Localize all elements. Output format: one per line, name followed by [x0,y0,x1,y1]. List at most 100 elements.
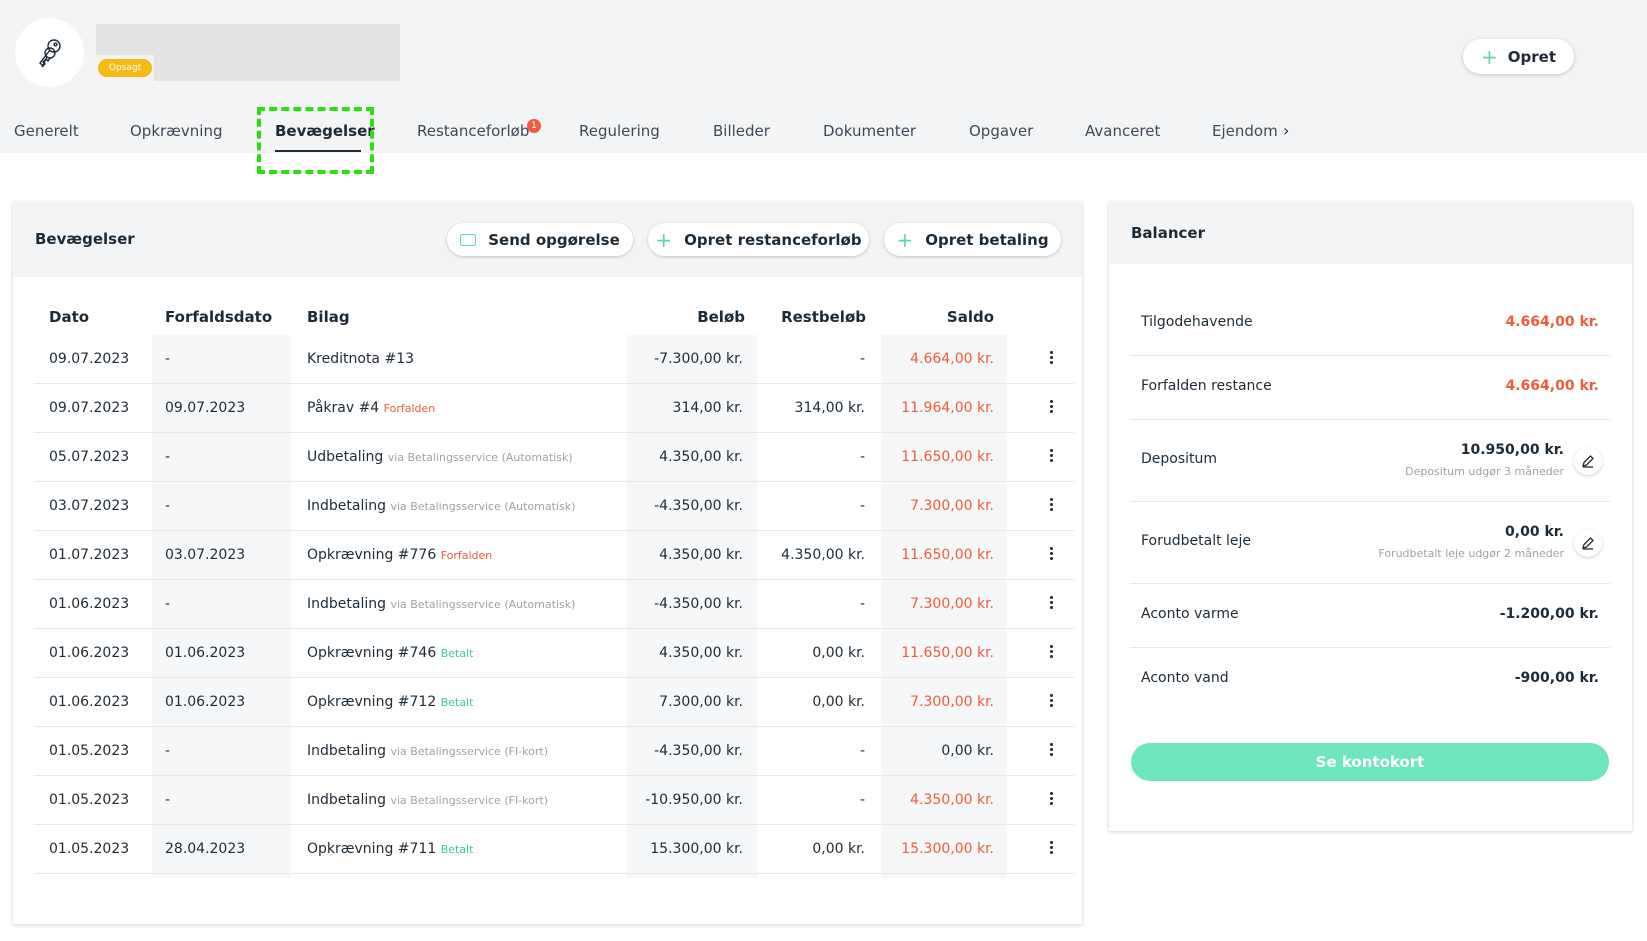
table-row[interactable]: 09.07.2023 - Kreditnota #13 -7.300,00 kr. -… [34,335,1074,384]
cell-restbeloeb: - [859,449,865,465]
more-options-icon[interactable] [1048,839,1054,859]
more-options-icon[interactable] [1048,741,1054,761]
cell-dato: 01.06.2023 [49,694,130,710]
cell-dato: 01.05.2023 [49,743,130,759]
cell-saldo: 4.350,00 kr. [910,792,994,808]
col-bilag[interactable]: Bilag [307,308,350,326]
se-kontokort-button[interactable]: Se kontokort [1131,743,1609,781]
bilag-note: Betalt [440,647,474,660]
more-options-icon[interactable] [1048,594,1054,614]
tab-dokumenter[interactable]: Dokumenter [823,122,916,140]
cell-forfaldsdato: - [165,498,171,514]
cell-beloeb: 4.350,00 kr. [659,645,743,661]
cell-bilag[interactable]: Opkrævning #712 Betalt [307,694,473,710]
bilag-label: Opkrævning #712 [307,694,437,710]
cell-dato: 01.06.2023 [49,596,130,612]
table-row[interactable]: 01.05.2023 - Indbetaling via Betalingsserv… [34,776,1074,825]
cell-bilag[interactable]: Udbetaling via Betalingsservice (Automat… [307,449,573,465]
balances-card: Balancer Tilgodehavende 4.664,00 kr. For… [1109,202,1632,831]
cell-bilag[interactable]: Opkrævning #711 Betalt [307,841,473,857]
bilag-label: Indbetaling [307,743,386,759]
chevron-right-icon[interactable]: › [1283,121,1289,140]
cell-saldo: 7.300,00 kr. [910,596,994,612]
cell-dato: 01.07.2023 [49,547,130,563]
cell-saldo: 15.300,00 kr. [901,841,994,857]
cell-dato: 05.07.2023 [49,449,130,465]
cell-restbeloeb: - [859,351,865,367]
tab-opkraevning[interactable]: Opkrævning [130,122,223,140]
edit-depositum-button[interactable] [1574,447,1602,475]
bilag-label: Opkrævning #711 [307,841,437,857]
cell-forfaldsdato: 09.07.2023 [165,400,246,416]
cell-restbeloeb: - [859,743,865,759]
cell-restbeloeb: 0,00 kr. [812,694,865,710]
cell-beloeb: -7.300,00 kr. [654,351,743,367]
bilag-note: Betalt [440,843,474,856]
cell-forfaldsdato: - [165,449,171,465]
col-dato[interactable]: Dato [49,308,89,326]
cell-forfaldsdato: - [165,351,171,367]
opret-restanceforloeb-button[interactable]: + Opret restanceforløb [648,223,869,256]
balance-row-forfalden-restance: Forfalden restance 4.664,00 kr. [1130,356,1610,420]
tab-generelt[interactable]: Generelt [14,122,79,140]
col-forfaldsdato[interactable]: Forfaldsdato [165,308,272,326]
tab-billeder[interactable]: Billeder [713,122,770,140]
table-row[interactable]: 01.05.2023 28.04.2023 Opkrævning #711 Beta… [34,825,1074,874]
send-opgoerelse-button[interactable]: Send opgørelse [447,223,633,256]
tab-restanceforloeb[interactable]: Restanceforløb [417,122,529,140]
cell-dato: 03.07.2023 [49,498,130,514]
balance-label: Aconto vand [1141,670,1229,686]
table-row[interactable]: 01.07.2023 03.07.2023 Opkrævning #776 Forf… [34,531,1074,580]
tab-highlight-box [257,107,374,174]
more-options-icon[interactable] [1048,349,1054,369]
balance-row-forudbetalt-leje: Forudbetalt leje 0,00 kr. Forudbetalt le… [1130,502,1610,584]
col-restbeloeb[interactable]: Restbeløb [753,308,866,326]
tab-opgaver[interactable]: Opgaver [969,122,1033,140]
balance-value: 4.664,00 kr. [1505,378,1600,394]
pencil-icon [1582,537,1594,550]
table-row[interactable]: 09.07.2023 09.07.2023 Påkrav #4 Forfalden 3… [34,384,1074,433]
balance-value: 10.950,00 kr. [1460,442,1564,458]
tab-ejendom[interactable]: Ejendom [1212,122,1278,140]
cell-bilag[interactable]: Opkrævning #746 Betalt [307,645,473,661]
table-row[interactable]: 01.05.2023 - Indbetaling via Betalingsserv… [34,727,1074,776]
table-row[interactable]: 03.07.2023 - Indbetaling via Betalingsserv… [34,482,1074,531]
cell-saldo: 4.664,00 kr. [910,351,994,367]
more-options-icon[interactable] [1048,692,1054,712]
table-row[interactable]: 01.06.2023 01.06.2023 Opkrævning #712 Beta… [34,678,1074,727]
balances-header: Balancer [1109,202,1632,264]
cell-bilag[interactable]: Indbetaling via Betalingsservice (Automa… [307,596,575,612]
more-options-icon[interactable] [1048,496,1054,516]
cell-bilag[interactable]: Opkrævning #776 Forfalden [307,547,492,563]
cell-saldo: 7.300,00 kr. [910,694,994,710]
more-options-icon[interactable] [1048,643,1054,663]
cell-beloeb: 4.350,00 kr. [659,547,743,563]
cell-restbeloeb: 0,00 kr. [812,645,865,661]
balance-value: 0,00 kr. [1505,524,1564,540]
col-beloeb[interactable]: Beløb [643,308,745,326]
more-options-icon[interactable] [1048,545,1054,565]
cell-bilag[interactable]: Indbetaling via Betalingsservice (FI-kor… [307,743,548,759]
table-row[interactable]: 01.06.2023 01.06.2023 Opkrævning #746 Beta… [34,629,1074,678]
tab-regulering[interactable]: Regulering [579,122,660,140]
movements-header: Bevægelser Send opgørelse + Opret restan… [13,202,1082,277]
more-options-icon[interactable] [1048,398,1054,418]
opret-button[interactable]: + Opret [1463,39,1574,74]
table-row[interactable]: 01.06.2023 - Indbetaling via Betalingsserv… [34,580,1074,629]
more-options-icon[interactable] [1048,447,1054,467]
table-row[interactable]: 05.07.2023 - Udbetaling via Betalingsservi… [34,433,1074,482]
col-saldo[interactable]: Saldo [883,308,994,326]
cell-bilag[interactable]: Kreditnota #13 [307,351,414,367]
tab-avanceret[interactable]: Avanceret [1085,122,1160,140]
cell-forfaldsdato: 01.06.2023 [165,694,246,710]
cell-bilag[interactable]: Indbetaling via Betalingsservice (FI-kor… [307,792,548,808]
cell-bilag[interactable]: Indbetaling via Betalingsservice (Automa… [307,498,575,514]
cell-forfaldsdato: - [165,792,171,808]
more-options-icon[interactable] [1048,790,1054,810]
plus-icon: + [896,227,914,252]
edit-forudbetalt-leje-button[interactable] [1574,529,1602,557]
cell-restbeloeb: 314,00 kr. [794,400,865,416]
cell-bilag[interactable]: Påkrav #4 Forfalden [307,400,435,416]
bilag-note: Betalt [440,696,474,709]
opret-betaling-button[interactable]: + Opret betaling [884,223,1061,256]
